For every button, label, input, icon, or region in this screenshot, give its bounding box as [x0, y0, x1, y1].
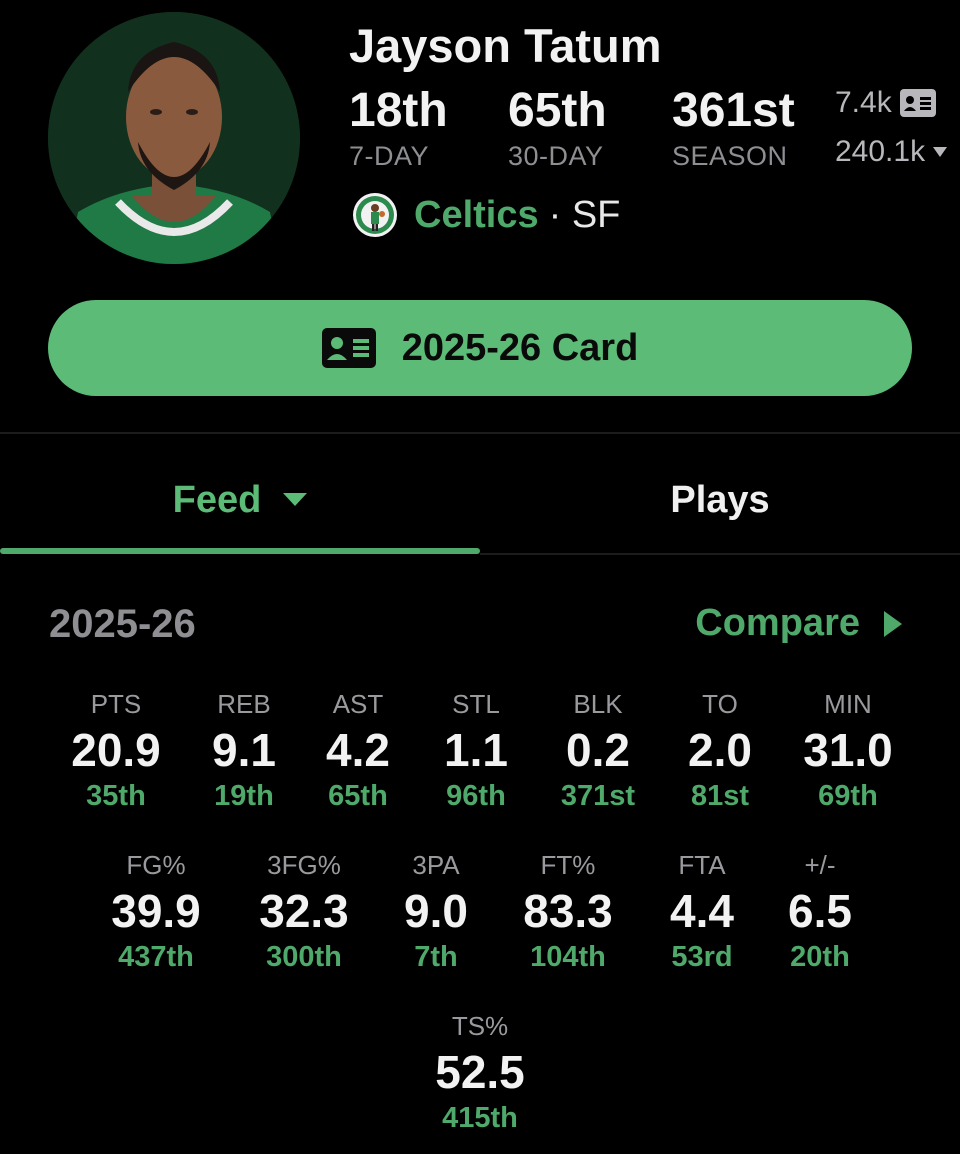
- id-card-icon: [321, 328, 376, 368]
- stat-label: FG%: [126, 850, 186, 880]
- rank-label: 30-DAY: [508, 141, 604, 171]
- stat-label: +/-: [804, 850, 836, 880]
- stat-fg-pct: FG% 39.9 437th: [76, 849, 236, 975]
- team-name[interactable]: Celtics: [414, 194, 539, 237]
- view-count: 240.1k: [835, 135, 948, 169]
- rank-season: 361st SEASON: [672, 84, 795, 172]
- rank-7-day: 18th 7-DAY: [349, 84, 448, 172]
- stat-label: MIN: [824, 689, 872, 719]
- stat-value: 31.0: [803, 724, 893, 776]
- stat-ts-pct: TS% 52.5 415th: [400, 1010, 560, 1136]
- player-avatar: [48, 12, 300, 264]
- season-card-button-label: 2025-26 Card: [401, 326, 639, 369]
- stat-rank: 69th: [818, 780, 878, 812]
- section-divider: [0, 432, 960, 434]
- stats-season: 2025-26: [49, 602, 196, 646]
- tab-divider: [480, 553, 960, 555]
- stat-value: 52.5: [435, 1046, 525, 1098]
- tab-plays-label: Plays: [670, 478, 770, 521]
- tab-feed-label: Feed: [172, 478, 262, 521]
- stat-rank: 415th: [442, 1102, 518, 1134]
- stat-min: MIN 31.0 69th: [768, 688, 928, 814]
- season-card-button[interactable]: 2025-26 Card: [48, 300, 912, 396]
- stat-rank: 20th: [790, 941, 850, 973]
- celtics-logo-icon: [352, 192, 398, 238]
- tab-feed[interactable]: Feed: [0, 470, 480, 530]
- team-info: Celtics · SF: [352, 192, 620, 238]
- stat-label: TS%: [451, 1011, 509, 1041]
- rank-label: SEASON: [672, 141, 788, 171]
- active-tab-indicator: [0, 548, 480, 554]
- chevron-down-icon: [933, 147, 948, 157]
- player-position: · SF: [548, 193, 621, 236]
- player-portrait-image: [48, 12, 300, 264]
- caret-down-icon: [283, 493, 308, 507]
- tab-plays[interactable]: Plays: [480, 470, 960, 530]
- stat-value: 6.5: [788, 885, 852, 937]
- rank-value: 65th: [508, 84, 607, 137]
- card-count-value: 7.4k: [835, 86, 892, 119]
- rank-30-day: 65th 30-DAY: [508, 84, 607, 172]
- compare-button[interactable]: Compare: [695, 602, 902, 645]
- player-name: Jayson Tatum: [349, 19, 662, 72]
- stat-plus-minus: +/- 6.5 20th: [740, 849, 900, 975]
- rank-value: 361st: [672, 84, 795, 137]
- card-count: 7.4k: [835, 86, 936, 120]
- play-arrow-icon: [884, 610, 902, 637]
- stat-value: 39.9: [111, 885, 201, 937]
- rank-label: 7-DAY: [349, 141, 430, 171]
- compare-label: Compare: [695, 602, 860, 644]
- rank-value: 18th: [349, 84, 448, 137]
- stat-rank: 437th: [118, 941, 194, 973]
- id-card-icon: [899, 89, 936, 117]
- view-count-value: 240.1k: [835, 135, 926, 168]
